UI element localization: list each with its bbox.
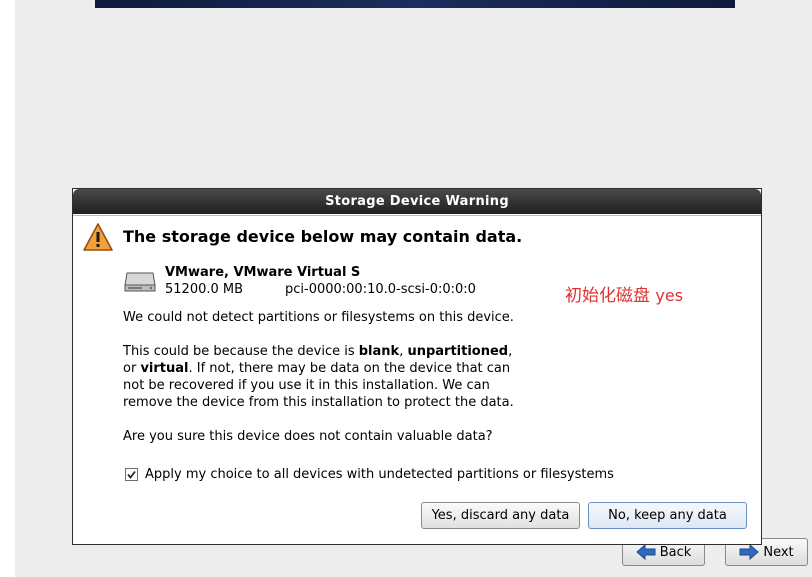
arrow-left-icon (635, 544, 656, 560)
apply-all-label: Apply my choice to all devices with unde… (145, 467, 614, 482)
annotation-en: yes (655, 286, 684, 305)
device-path: pci-0000:00:10.0-scsi-0:0:0:0 (285, 282, 476, 297)
apply-all-option[interactable]: Apply my choice to all devices with unde… (125, 467, 614, 482)
arrow-right-icon (739, 544, 760, 560)
device-name: VMware, VMware Virtual S (165, 265, 361, 280)
annotation-cn: 初始化磁盘 (565, 286, 656, 306)
dialog-title: Storage Device Warning (73, 189, 761, 214)
device-size: 51200.0 MB (165, 282, 244, 297)
storage-warning-dialog: Storage Device Warning The storage devic… (72, 188, 762, 545)
keep-data-button[interactable]: No, keep any data (588, 502, 747, 529)
explanation-line-1: This could be because the device is blan… (123, 344, 513, 359)
discard-data-button[interactable]: Yes, discard any data (421, 502, 580, 529)
back-button-label: Back (659, 544, 692, 560)
hard-disk-icon (124, 272, 156, 292)
next-button-label: Next (763, 544, 794, 560)
dialog-headline: The storage device below may contain dat… (123, 227, 523, 246)
checkmark-icon (127, 470, 136, 479)
explanation-message: This could be because the device is blan… (123, 343, 514, 411)
confirm-question: Are you sure this device does not contai… (123, 429, 493, 444)
explanation-line-2: or virtual. If not, there may be data on… (123, 361, 511, 376)
dialog-body: The storage device below may contain dat… (73, 215, 761, 545)
explanation-line-4: remove the device from this installation… (123, 395, 514, 410)
warning-icon (83, 223, 113, 251)
explanation-line-3: not be recovered if you use it in this i… (123, 378, 490, 393)
detect-message: We could not detect partitions or filesy… (123, 310, 514, 325)
annotation-note: 初始化磁盘 yes (565, 281, 683, 306)
installer-banner (95, 0, 735, 8)
apply-all-checkbox[interactable] (125, 468, 138, 481)
left-panel-strip (0, 0, 15, 577)
